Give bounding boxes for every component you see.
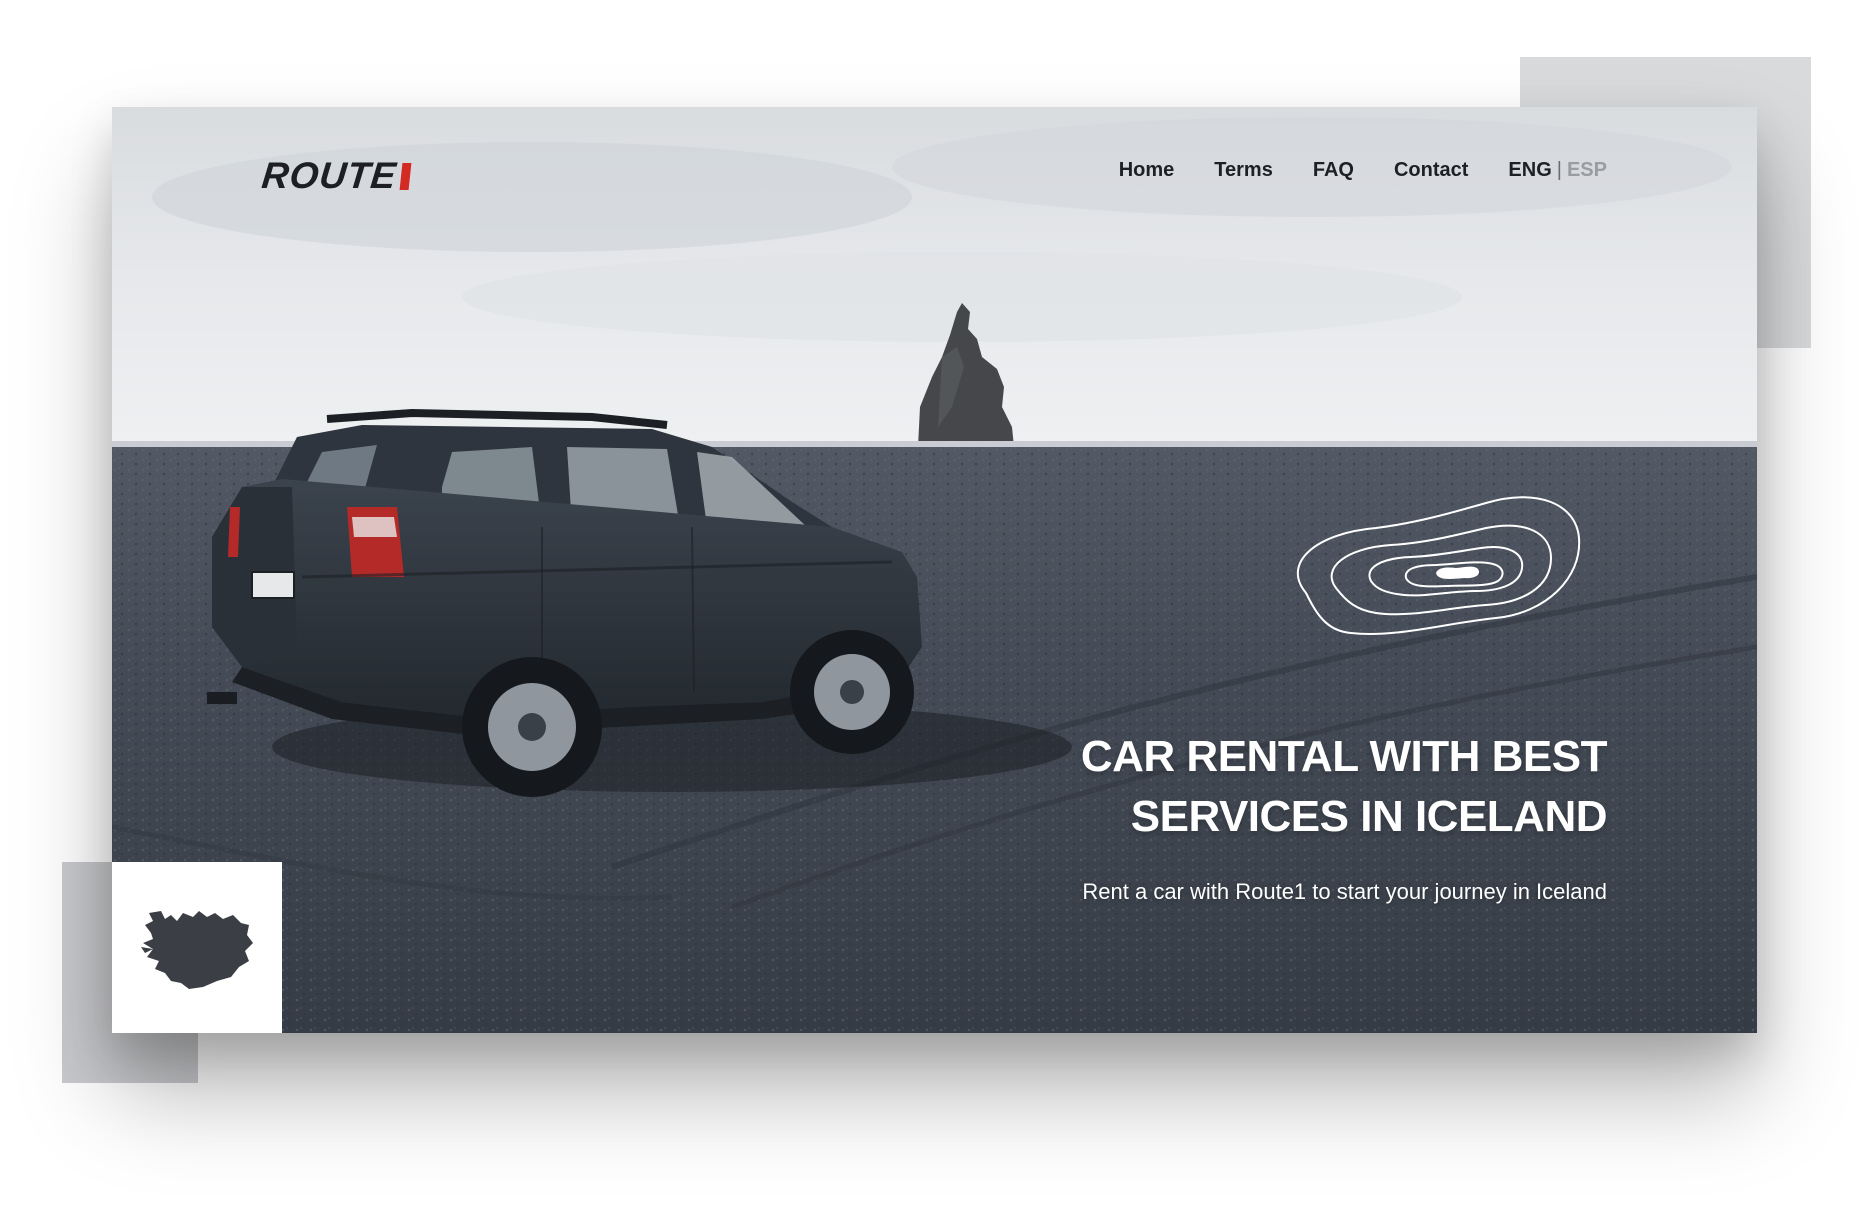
iceland-map-icon [141, 910, 253, 989]
brand-logo-accent [399, 162, 411, 190]
nav-item-contact[interactable]: Contact [1394, 159, 1468, 182]
hero-headline-line1: CAR RENTAL WITH BEST [1080, 732, 1608, 781]
language-separator: | [1556, 159, 1562, 181]
nav-item-terms[interactable]: Terms [1214, 159, 1273, 182]
iceland-map-tile[interactable] [112, 862, 282, 1033]
nav-item-home[interactable]: Home [1119, 159, 1175, 182]
language-option-eng[interactable]: ENG [1508, 159, 1551, 182]
main-nav: Home Terms FAQ Contact ENG | ESP [1119, 159, 1607, 182]
brand-logo[interactable]: ROUTE [259, 151, 411, 201]
brand-logo-text: ROUTE [259, 155, 399, 196]
hero-subline: Rent a car with Route1 to start your jou… [1082, 879, 1607, 904]
hero-headline: CAR RENTAL WITH BEST SERVICES IN ICELAND [907, 727, 1608, 847]
hero-section: ROUTE Home Terms FAQ Contact ENG | ESP C… [112, 107, 1757, 1033]
topographic-lines-icon [1296, 496, 1581, 635]
nav-item-faq[interactable]: FAQ [1313, 159, 1354, 182]
language-switcher: ENG | ESP [1508, 159, 1607, 182]
language-option-esp[interactable]: ESP [1567, 159, 1607, 182]
page-stage: ROUTE Home Terms FAQ Contact ENG | ESP C… [0, 0, 1864, 1223]
hero-headline-line2: SERVICES IN ICELAND [1130, 792, 1608, 841]
